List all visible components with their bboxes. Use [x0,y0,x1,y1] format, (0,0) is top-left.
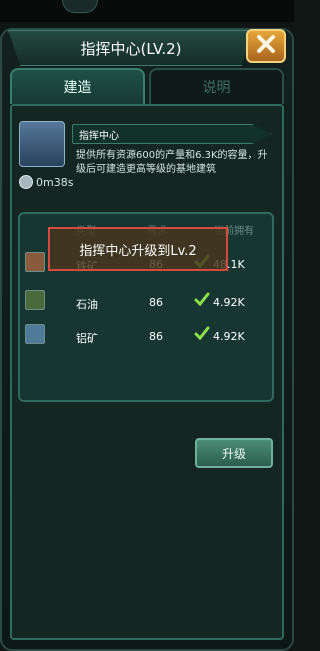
tab-build-label: 建造 [63,80,92,96]
title-bar: 指挥中心(LV.2) [8,30,254,66]
upgrade-banner: 指挥中心升级到Lv.2 [48,227,228,271]
resource-required: 86 [149,330,163,343]
tab-info[interactable]: 说明 [149,68,284,104]
iron-ore-icon [25,252,45,272]
tab-info-label: 说明 [202,80,231,96]
resource-name: 石油 [76,298,98,311]
resource-required: 86 [149,296,163,309]
building-name-bar: 指挥中心 [72,124,272,144]
resource-have: 4.92K [213,296,245,309]
resource-name: 铝矿 [76,332,98,345]
oil-icon [25,290,45,310]
building-name: 指挥中心 [79,130,119,142]
building-description: 提供所有资源600的产量和6.3K的容量，升级后可建造更高等级的基地建筑 [76,150,268,175]
checkmark-icon [194,292,210,307]
table-row: 石油 86 4.92K [18,290,274,316]
resource-have: 4.92K [213,330,245,343]
close-x-icon [253,31,279,61]
close-button[interactable] [246,29,286,63]
checkmark-icon [194,326,210,341]
tab-build[interactable]: 建造 [10,68,145,104]
top-strip [0,0,294,22]
building-icon [19,121,65,167]
aluminum-ore-icon [25,324,45,344]
table-row: 铝矿 86 4.92K [18,324,274,350]
upgrade-button-label: 升级 [221,446,246,461]
upgrade-banner-text: 指挥中心升级到Lv.2 [79,243,197,259]
upgrade-button[interactable]: 升级 [195,438,273,468]
stopwatch-icon [19,175,33,189]
build-time: 0m38s [36,176,74,189]
dialog-title: 指挥中心(LV.2) [80,39,182,58]
